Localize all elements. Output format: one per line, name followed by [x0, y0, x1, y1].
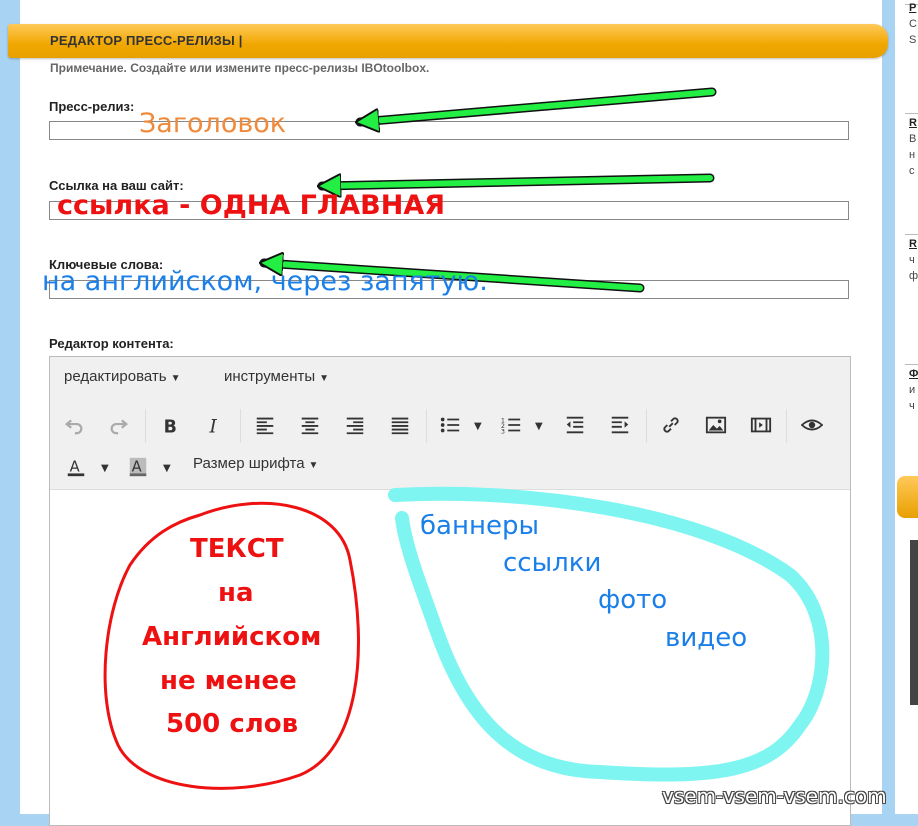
image-icon[interactable]	[701, 410, 731, 440]
chevron-down-icon: ▼	[319, 373, 330, 384]
svg-text:B: B	[164, 417, 177, 436]
media-hint-links: ссылки	[503, 548, 602, 578]
chevron-down-icon[interactable]: ▼	[474, 421, 482, 432]
svg-text:3: 3	[501, 427, 505, 435]
media-hint-video: видео	[665, 623, 748, 653]
chevron-down-icon: ▼	[308, 460, 319, 471]
page-title: РЕДАКТОР ПРЕСС-РЕЛИЗЫ |	[50, 33, 243, 48]
editor-menubar: редактировать ▼ инструменты ▼	[50, 357, 850, 402]
sidebar-ribbon	[897, 476, 918, 518]
menu-edit[interactable]: редактировать ▼	[64, 368, 181, 385]
text-hint-line: Английском	[142, 622, 322, 652]
bold-icon[interactable]: B	[155, 410, 185, 440]
svg-text:A: A	[70, 459, 80, 476]
svg-text:A: A	[132, 459, 142, 476]
text-hint-line: ТЕКСТ	[190, 534, 284, 564]
svg-text:I: I	[209, 416, 218, 436]
outdent-icon[interactable]	[560, 410, 590, 440]
chevron-down-icon[interactable]: ▼	[535, 421, 543, 432]
link-hint: ссылка - ОДНА ГЛАВНАЯ	[57, 190, 446, 221]
media-hint-photo: фото	[598, 585, 668, 615]
background-color-icon[interactable]: A	[123, 452, 153, 482]
preview-icon[interactable]	[797, 410, 827, 440]
content-editor: редактировать ▼ инструменты ▼ B I ▼ 123 ▼ …	[49, 356, 851, 826]
bullet-list-icon[interactable]	[435, 410, 465, 440]
font-size-select[interactable]: Размер шрифта ▼	[193, 455, 318, 472]
chevron-down-icon[interactable]: ▼	[163, 463, 171, 474]
video-icon[interactable]	[746, 410, 776, 440]
chevron-down-icon: ▼	[170, 373, 181, 384]
text-color-icon[interactable]: A	[61, 452, 91, 482]
title-hint: Заголовок	[139, 108, 287, 139]
menu-tools[interactable]: инструменты ▼	[224, 368, 329, 385]
press-release-label: Пресс-релиз:	[49, 99, 135, 114]
redo-icon[interactable]	[104, 410, 134, 440]
keywords-hint: на английском, через запятую.	[42, 266, 488, 297]
undo-icon[interactable]	[59, 410, 89, 440]
watermark: vsem-vsem-vsem.com	[662, 784, 887, 808]
link-icon[interactable]	[656, 410, 686, 440]
numbered-list-icon[interactable]: 123	[496, 410, 526, 440]
align-center-icon[interactable]	[295, 410, 325, 440]
right-sidebar: P C S R B н с R ч ф Ф и ч	[895, 0, 918, 814]
indent-icon[interactable]	[605, 410, 635, 440]
sidebar-image	[910, 540, 918, 705]
italic-icon[interactable]: I	[200, 410, 230, 440]
align-right-icon[interactable]	[340, 410, 370, 440]
media-hint-banners: баннеры	[420, 511, 539, 541]
align-justify-icon[interactable]	[385, 410, 415, 440]
page-note: Примечание. Создайте или измените пресс-…	[50, 61, 430, 75]
text-hint-line: не менее	[160, 666, 297, 696]
align-left-icon[interactable]	[250, 410, 280, 440]
chevron-down-icon[interactable]: ▼	[101, 463, 109, 474]
text-hint-line: 500 слов	[166, 709, 299, 739]
editor-toolbar: B I ▼ 123 ▼ A ▼ A ▼ Размер шрифта ▼	[50, 401, 850, 490]
content-editor-label: Редактор контента:	[49, 336, 174, 351]
text-hint-line: на	[218, 578, 254, 608]
